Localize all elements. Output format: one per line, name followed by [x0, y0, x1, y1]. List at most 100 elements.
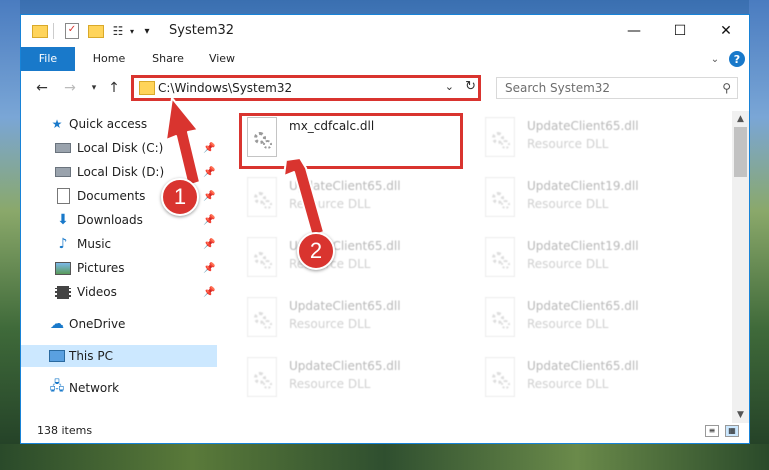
dll-file-icon	[485, 117, 515, 157]
status-bar: 138 items ≡ ▦	[21, 419, 749, 443]
videos-icon	[55, 285, 71, 299]
cloud-icon: ☁	[50, 316, 64, 332]
address-dropdown-icon[interactable]: ⌄	[445, 80, 454, 93]
sidebar-item-label: Local Disk (D:)	[77, 165, 165, 179]
callout-badge-1: 1	[161, 178, 199, 216]
search-icon[interactable]: ⚲	[722, 81, 731, 95]
file-type: Resource DLL	[527, 317, 609, 331]
customize-toolbar-icon[interactable]: ▾	[141, 22, 153, 40]
properties-icon[interactable]: ✓	[63, 22, 81, 40]
desktop-background-left	[0, 0, 20, 470]
up-arrow-icon[interactable]: ↑	[105, 79, 123, 97]
file-type: Resource DLL	[527, 197, 609, 211]
pin-icon: 📌	[203, 214, 216, 226]
minimize-button[interactable]: —	[611, 15, 657, 47]
file-item[interactable]: UpdateClient65.dll Resource DLL	[241, 175, 471, 229]
desktop-background-right	[749, 0, 769, 470]
dll-file-icon	[247, 237, 277, 277]
back-arrow-icon[interactable]: ←	[33, 79, 51, 97]
sidebar-item-label: Quick access	[69, 117, 148, 131]
forward-arrow-icon[interactable]: →	[61, 79, 79, 97]
file-item[interactable]: UpdateClient65.dll Resource DLL	[241, 295, 471, 349]
large-icons-view-icon[interactable]: ▦	[725, 425, 739, 437]
sidebar-item-videos[interactable]: Videos 📌	[21, 281, 217, 303]
sidebar-item-onedrive[interactable]: ☁ OneDrive	[21, 313, 217, 335]
chevron-down-icon[interactable]: ▾	[127, 22, 137, 40]
search-input[interactable]: Search System32 ⚲	[496, 77, 738, 99]
navigation-bar: ← → ▾ ↑ C:\Windows\System32 ⌄ ↻ Search S…	[21, 73, 749, 103]
file-item[interactable]: UpdateClient65.dll Resource DLL	[241, 355, 471, 409]
tab-share[interactable]: Share	[143, 47, 193, 71]
view-options-icon[interactable]: ☷	[109, 22, 127, 40]
file-name: UpdateClient65.dll	[527, 119, 639, 133]
dll-file-icon	[485, 297, 515, 337]
desktop-background-bottom	[0, 444, 769, 470]
address-folder-icon	[139, 81, 155, 95]
tab-home[interactable]: Home	[81, 47, 137, 71]
file-item[interactable]: UpdateClient65.dll Resource DLL	[479, 115, 709, 169]
search-placeholder: Search System32	[505, 81, 611, 95]
sidebar-item-music[interactable]: ♪ Music 📌	[21, 233, 217, 255]
address-path[interactable]: C:\Windows\System32	[158, 81, 292, 95]
sidebar-item-label: Videos	[77, 285, 117, 299]
details-view-icon[interactable]: ≡	[705, 425, 719, 437]
computer-icon	[49, 349, 65, 363]
close-button[interactable]: ✕	[703, 15, 749, 47]
refresh-icon[interactable]: ↻	[465, 79, 476, 94]
scroll-thumb[interactable]	[734, 127, 747, 177]
new-folder-icon[interactable]	[87, 22, 105, 40]
file-name: UpdateClient19.dll	[527, 239, 639, 253]
pin-icon: 📌	[203, 238, 216, 250]
sidebar-item-label: Documents	[77, 189, 146, 203]
ribbon-tabs: File Home Share View ⌄ ?	[21, 47, 749, 71]
title-bar: ✓ ☷ ▾ ▾ System32 — ☐ ✕	[21, 15, 749, 47]
file-name: UpdateClient65.dll	[527, 359, 639, 373]
help-icon[interactable]: ?	[729, 51, 745, 67]
file-item[interactable]: UpdateClient65.dll Resource DLL	[241, 235, 471, 289]
dll-file-icon	[247, 297, 277, 337]
file-item[interactable]: UpdateClient65.dll Resource DLL	[479, 355, 709, 409]
file-item[interactable]: UpdateClient19.dll Resource DLL	[479, 235, 709, 289]
star-icon: ★	[51, 117, 63, 131]
sidebar-item-local-disk-c[interactable]: Local Disk (C:) 📌	[21, 137, 217, 159]
sidebar-item-label: Downloads	[77, 213, 143, 227]
dll-file-icon	[247, 177, 277, 217]
scroll-up-icon[interactable]: ▲	[732, 111, 749, 127]
tab-view[interactable]: View	[199, 47, 245, 71]
sidebar-item-label: Network	[69, 381, 120, 395]
pin-icon: 📌	[203, 190, 216, 202]
dll-file-icon	[485, 237, 515, 277]
file-name: UpdateClient65.dll	[289, 359, 401, 373]
expand-ribbon-icon[interactable]: ⌄	[707, 51, 723, 67]
sidebar-item-label: Pictures	[77, 261, 125, 275]
folder-icon	[31, 22, 49, 40]
file-item[interactable]: UpdateClient65.dll Resource DLL	[479, 295, 709, 349]
file-type: Resource DLL	[289, 197, 371, 211]
file-item[interactable]: UpdateClient19.dll Resource DLL	[479, 175, 709, 229]
sidebar-item-pictures[interactable]: Pictures 📌	[21, 257, 217, 279]
pin-icon: 📌	[203, 142, 216, 154]
vertical-scrollbar[interactable]: ▲ ▼	[732, 111, 749, 423]
dll-file-icon	[485, 177, 515, 217]
file-name: UpdateClient19.dll	[527, 179, 639, 193]
file-type: Resource DLL	[527, 137, 609, 151]
tab-file[interactable]: File	[21, 47, 75, 71]
divider	[53, 23, 54, 39]
recent-locations-chevron-icon[interactable]: ▾	[85, 79, 103, 97]
maximize-button[interactable]: ☐	[657, 15, 703, 47]
address-bar[interactable]: C:\Windows\System32 ⌄ ↻	[133, 77, 481, 99]
file-type: Resource DLL	[289, 377, 371, 391]
sidebar-item-network[interactable]: 🖧 Network	[21, 377, 217, 399]
pin-icon: 📌	[203, 262, 216, 274]
drive-icon	[55, 141, 71, 155]
sidebar-item-quick-access[interactable]: ★ Quick access	[21, 113, 217, 135]
sidebar-item-this-pc[interactable]: This PC	[21, 345, 217, 367]
download-icon: ⬇	[57, 212, 69, 228]
file-name: UpdateClient65.dll	[289, 299, 401, 313]
item-count: 138 items	[37, 424, 93, 437]
sidebar-item-label: OneDrive	[69, 317, 126, 331]
file-type: Resource DLL	[527, 377, 609, 391]
documents-icon	[55, 188, 71, 204]
file-name: UpdateClient65.dll	[289, 179, 401, 193]
sidebar-item-label: Music	[77, 237, 112, 251]
